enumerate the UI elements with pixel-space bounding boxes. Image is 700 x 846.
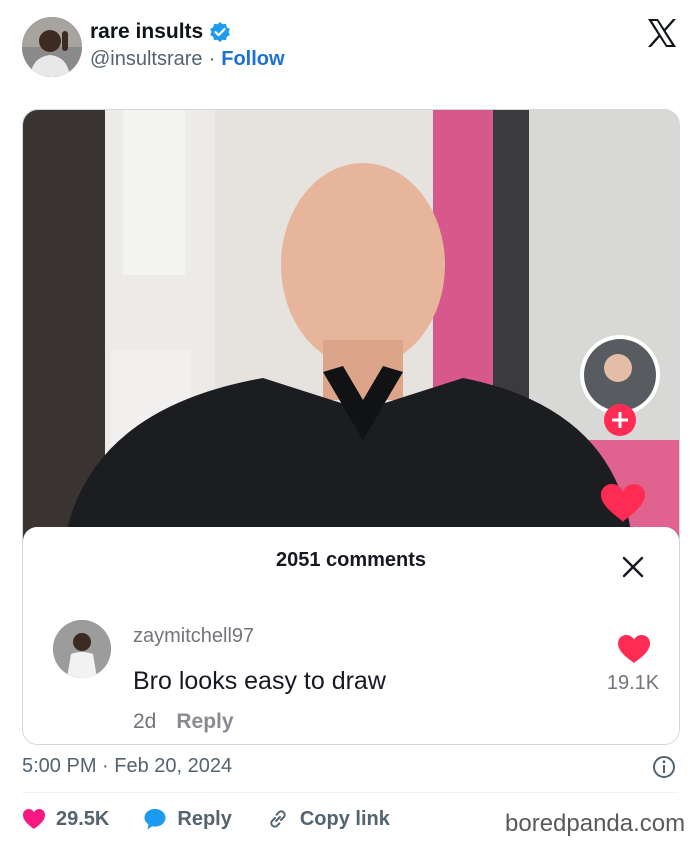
link-icon (270, 810, 286, 828)
watermark: boredpanda.com (505, 810, 686, 837)
video-frame-image (23, 110, 679, 550)
author-handle[interactable]: @insultsrare (90, 48, 203, 71)
handle-separator: · (208, 48, 216, 70)
commenter-username[interactable]: zaymitchell97 (133, 625, 254, 648)
reply-label: Reply (177, 807, 232, 830)
copy-link-label: Copy link (299, 807, 390, 830)
embedded-media[interactable]: 2051 comments zaymitchell97 Bro looks ea… (22, 109, 680, 745)
follow-button[interactable]: Follow (221, 48, 284, 71)
close-icon[interactable] (621, 555, 645, 579)
info-icon[interactable] (652, 755, 676, 779)
commenter-avatar[interactable] (53, 620, 111, 678)
heart-icon (23, 809, 45, 829)
comment-meta: 2d Reply (133, 710, 234, 734)
verified-badge-icon (210, 22, 231, 42)
like-button[interactable]: 29.5K (22, 808, 109, 831)
comments-count: 2051 comments (275, 549, 427, 571)
tweet-header: rare insults @insultsrare · Follow (0, 0, 700, 100)
tweet-actions: 29.5K Reply Copy link (22, 806, 390, 832)
comment-like-count: 19.1K (606, 672, 660, 694)
x-logo-icon[interactable] (645, 16, 679, 50)
speech-bubble-icon (144, 809, 166, 830)
heart-icon[interactable] (617, 634, 651, 664)
author-name-row: rare insults (90, 20, 231, 44)
comment-text: Bro looks easy to draw (133, 667, 386, 695)
reply-button[interactable]: Reply (143, 807, 232, 831)
divider (22, 792, 678, 793)
comment-age: 2d (133, 710, 157, 733)
comments-panel: 2051 comments zaymitchell97 Bro looks ea… (23, 527, 679, 744)
like-count: 29.5K (56, 807, 110, 830)
author-display-name[interactable]: rare insults (90, 20, 203, 44)
comment-reply-button[interactable]: Reply (176, 710, 233, 734)
author-handle-row: @insultsrare · Follow (90, 48, 285, 71)
author-avatar[interactable] (22, 17, 82, 77)
tweet-timestamp[interactable]: 5:00 PM · Feb 20, 2024 (22, 755, 232, 778)
copy-link-button[interactable]: Copy link (266, 807, 390, 831)
